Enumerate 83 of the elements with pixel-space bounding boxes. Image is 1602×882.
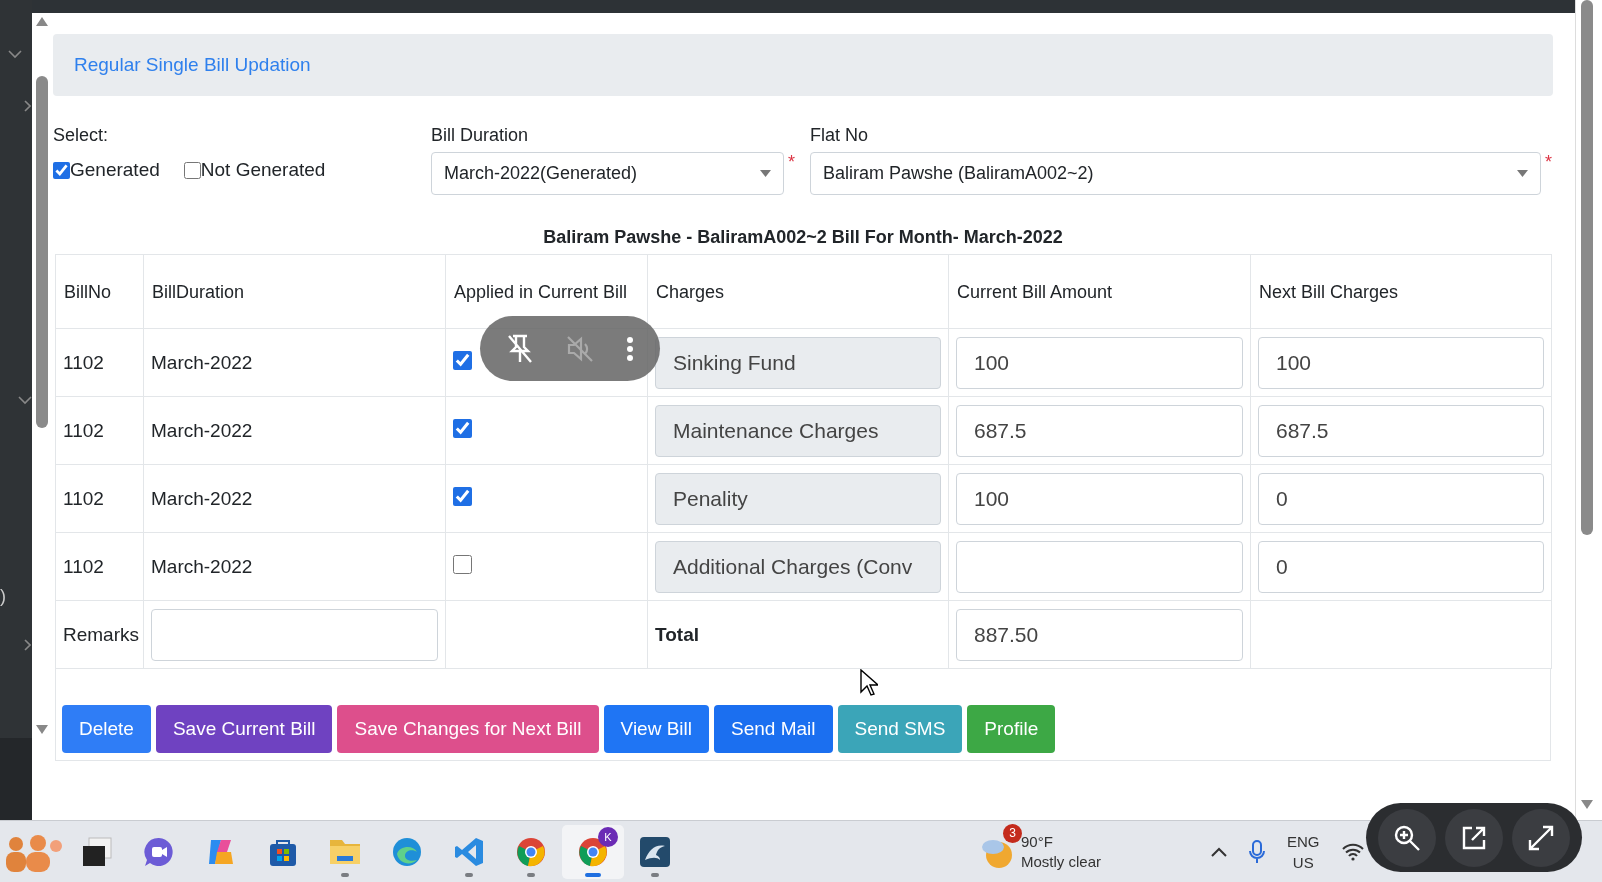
next-charge-field[interactable]: 0 <box>1258 472 1544 525</box>
amount-field[interactable]: 100 <box>956 472 1243 525</box>
mouse-cursor-icon <box>860 669 878 697</box>
temperature: 90°F <box>1021 831 1054 852</box>
table-cell: March-2022 <box>143 532 446 601</box>
action-button[interactable]: Send Mail <box>714 705 833 753</box>
flat-no-select[interactable]: Baliram Pawshe (BaliramA002~2) <box>810 152 1541 195</box>
round-browser-icon[interactable] <box>515 835 547 868</box>
column-header: Charges <box>647 254 949 329</box>
caret-icon <box>760 170 771 177</box>
action-button[interactable]: Save Current Bill <box>155 705 333 753</box>
column-header: Next Bill Charges <box>1250 254 1552 329</box>
select-label: Select: <box>53 124 109 147</box>
dolphin-icon[interactable] <box>639 835 671 868</box>
option-label: Generated <box>70 159 160 181</box>
zoom-in-icon[interactable] <box>1378 808 1437 867</box>
chevron-right-icon[interactable] <box>24 100 31 112</box>
column-header: BillDuration <box>143 254 446 329</box>
table-cell: 1102 <box>55 464 144 533</box>
amount-field[interactable]: 100 <box>956 336 1243 389</box>
chevron-down-icon[interactable] <box>18 396 32 405</box>
status-checkbox[interactable] <box>53 161 70 179</box>
charge-field[interactable]: Maintenance Charges <box>655 404 941 457</box>
field-label: Flat No <box>810 124 869 147</box>
remarks-field[interactable] <box>151 608 438 661</box>
table-cell: 1102 <box>55 396 144 465</box>
required-mark: * <box>788 152 795 173</box>
weather-condition: Mostly clear <box>1021 851 1102 872</box>
option-label: Not Generated <box>200 159 326 181</box>
profile-badge: K <box>598 826 618 847</box>
caret-icon <box>1517 170 1528 177</box>
next-charge-field[interactable]: 100 <box>1258 336 1544 389</box>
wifi-icon[interactable] <box>1341 842 1364 861</box>
total-label: Total <box>655 623 699 645</box>
chevron-up-icon[interactable] <box>1211 846 1228 857</box>
charge-field[interactable]: Sinking Fund <box>655 336 941 389</box>
code-editor-icon[interactable] <box>453 835 485 868</box>
window-icon[interactable] <box>81 835 113 868</box>
status-checkbox[interactable] <box>183 161 201 179</box>
scrollbar-thumb[interactable] <box>36 76 48 428</box>
microphone-icon[interactable] <box>1249 839 1266 864</box>
amount-field[interactable] <box>956 540 1243 593</box>
table-cell: March-2022 <box>143 464 446 533</box>
table-cell: March-2022 <box>143 396 446 465</box>
table-cell: 1102 <box>55 532 144 601</box>
scroll-down-icon[interactable] <box>36 725 48 734</box>
action-button[interactable]: Save Changes for Next Bill <box>337 705 599 753</box>
next-charge-field[interactable]: 687.5 <box>1258 404 1544 457</box>
language-indicator[interactable]: ENG US <box>1287 830 1320 873</box>
sidebar-text: ) <box>0 586 6 607</box>
scrollbar-thumb[interactable] <box>1581 0 1593 535</box>
charge-field[interactable]: Penality <box>655 472 941 525</box>
more-icon[interactable] <box>626 335 635 362</box>
required-mark: * <box>1545 152 1552 173</box>
notification-badge: 3 <box>1003 823 1022 843</box>
amount-field[interactable]: 687.5 <box>956 404 1243 457</box>
action-button[interactable]: Delete <box>62 705 151 753</box>
browser-icon[interactable] <box>391 835 423 868</box>
table-title: Baliram Pawshe - BaliramA002~2 Bill For Month- March-2022 <box>543 227 1063 247</box>
table-cell: Remarks <box>55 600 144 669</box>
expand-icon[interactable] <box>1511 808 1570 867</box>
table-cell: March-2022 <box>143 328 446 397</box>
scroll-down-icon[interactable] <box>1581 800 1593 809</box>
round-browser-icon[interactable] <box>577 835 609 868</box>
chevron-right-icon[interactable] <box>24 639 31 651</box>
applied-checkbox[interactable] <box>453 350 472 370</box>
page-title: Regular Single Bill Updation <box>74 54 311 76</box>
chevron-down-icon[interactable] <box>8 50 22 59</box>
bill-duration-select[interactable]: March-2022(Generated) <box>431 152 784 195</box>
table-cell: 1102 <box>55 328 144 397</box>
total-field[interactable]: 887.50 <box>956 608 1243 661</box>
column-header: BillNo <box>55 254 144 329</box>
next-charge-field[interactable]: 0 <box>1258 540 1544 593</box>
action-button[interactable]: View Bill <box>603 705 709 753</box>
charge-field[interactable]: Additional Charges (Conv <box>655 540 941 593</box>
scroll-up-icon[interactable] <box>36 17 48 26</box>
pin-off-icon[interactable] <box>505 332 534 365</box>
applied-checkbox[interactable] <box>453 486 472 506</box>
column-header: Current Bill Amount <box>948 254 1251 329</box>
applied-checkbox[interactable] <box>453 418 472 438</box>
applied-checkbox[interactable] <box>453 554 472 574</box>
video-chat-icon[interactable] <box>143 835 175 868</box>
field-label: Bill Duration <box>431 124 529 147</box>
